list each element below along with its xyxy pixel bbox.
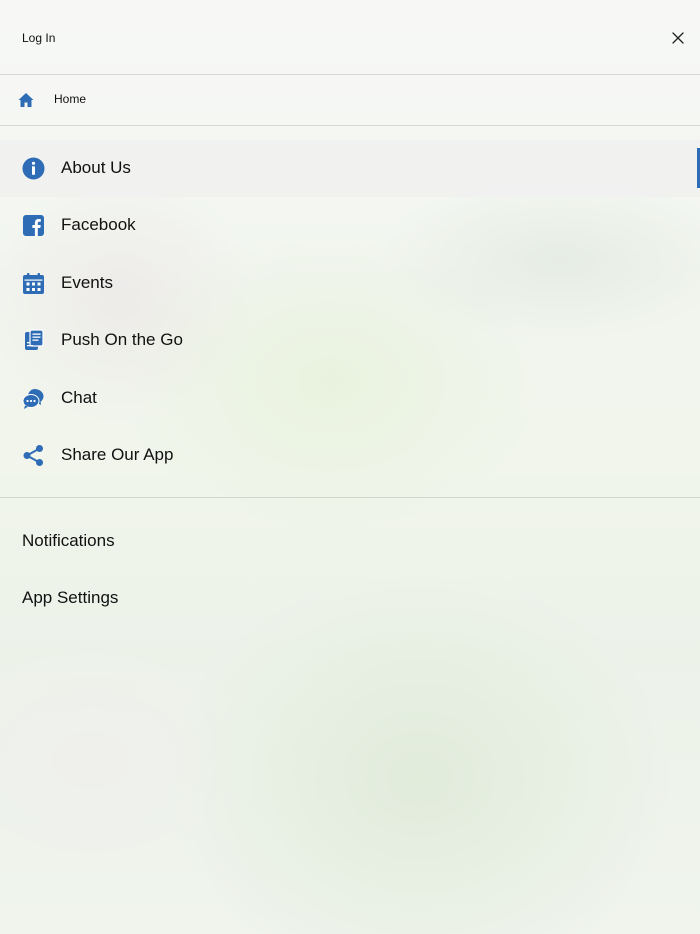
calendar-icon bbox=[22, 272, 45, 295]
menu-item-label: Facebook bbox=[61, 215, 136, 235]
menu-item-push-on-the-go[interactable]: Push On the Go bbox=[0, 312, 700, 369]
chat-icon bbox=[22, 387, 45, 410]
menu-item-list: About Us Facebook Events Push On the Go … bbox=[0, 140, 700, 484]
menu-item-share-our-app[interactable]: Share Our App bbox=[0, 427, 700, 484]
login-link[interactable]: Log In bbox=[22, 31, 55, 45]
close-button[interactable] bbox=[669, 29, 687, 47]
menu-item-events[interactable]: Events bbox=[0, 255, 700, 312]
home-nav-item[interactable]: Home bbox=[0, 75, 700, 126]
info-icon bbox=[22, 157, 45, 180]
menu-item-about-us[interactable]: About Us bbox=[0, 140, 700, 198]
menu-item-chat[interactable]: Chat bbox=[0, 370, 700, 427]
menu-item-label: Events bbox=[61, 272, 113, 292]
facebook-icon bbox=[22, 214, 45, 237]
menu-item-label: Push On the Go bbox=[61, 330, 183, 350]
menu-item-label: Chat bbox=[61, 387, 97, 407]
section-divider bbox=[0, 497, 700, 498]
menu-item-label: About Us bbox=[61, 158, 131, 177]
menu-header: Log In bbox=[0, 0, 700, 75]
menu-item-facebook[interactable]: Facebook bbox=[0, 197, 700, 254]
menu-item-label: Share Our App bbox=[61, 444, 174, 464]
home-icon bbox=[17, 91, 35, 109]
app-settings-link[interactable]: App Settings bbox=[22, 588, 118, 608]
share-icon bbox=[22, 444, 45, 467]
close-icon bbox=[672, 32, 684, 44]
notifications-link[interactable]: Notifications bbox=[22, 531, 115, 551]
side-menu: Log In Home About Us Facebook Events Pus… bbox=[0, 0, 700, 934]
push-notes-icon bbox=[22, 329, 45, 352]
home-label: Home bbox=[54, 92, 87, 106]
